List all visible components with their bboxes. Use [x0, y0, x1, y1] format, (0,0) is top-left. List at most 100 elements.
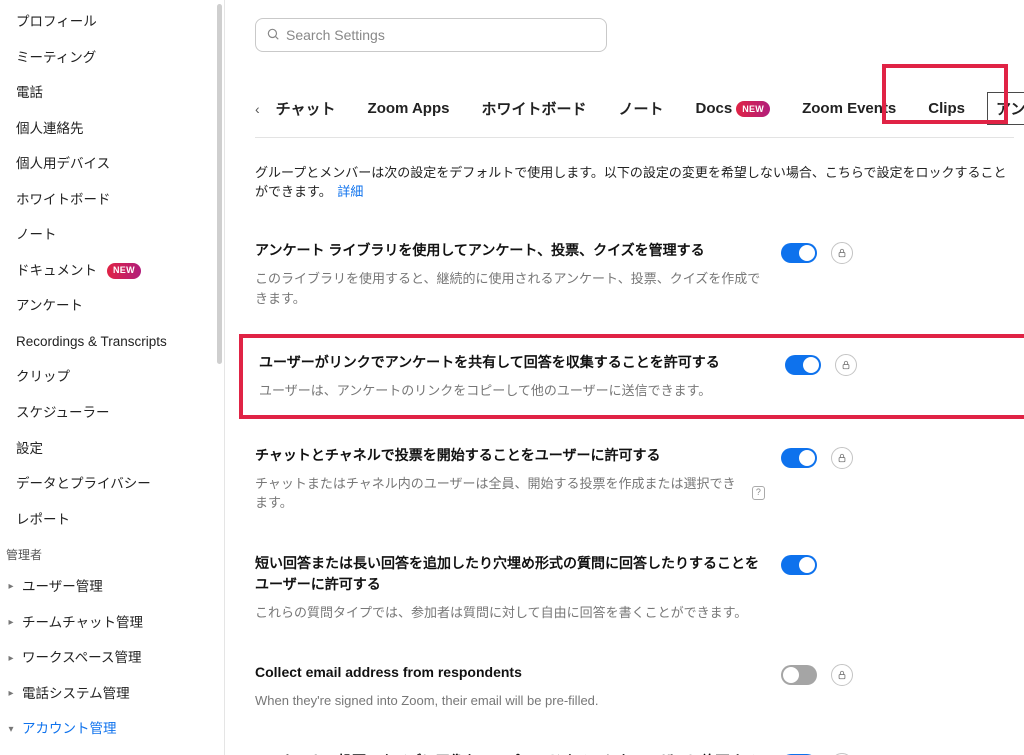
info-icon[interactable]: ?: [752, 486, 765, 500]
lock-icon[interactable]: [831, 242, 853, 264]
toggle[interactable]: [781, 448, 817, 468]
nav-item[interactable]: 個人用デバイス: [0, 146, 224, 182]
setting-title: ユーザーがリンクでアンケートを共有して回答を収集することを許可する: [259, 352, 769, 373]
nav-item[interactable]: ▸ユーザー管理: [0, 569, 224, 605]
toggle[interactable]: [781, 243, 817, 263]
settings-tabs: ‹ チャットZoom AppsホワイトボードノートDocsNEWZoom Eve…: [255, 92, 1014, 138]
setting-text: アンケート ライブラリを使用してアンケート、投票、クイズを管理するこのライブラリ…: [255, 240, 765, 308]
nav-item[interactable]: ▸ 電話システム管理: [0, 676, 224, 712]
nav-item-label: ノート: [16, 226, 57, 244]
chevron-right-icon: ▸: [6, 687, 16, 700]
tab[interactable]: アンケートNEW: [987, 92, 1024, 125]
nav-item[interactable]: 個人連絡先: [0, 111, 224, 147]
setting-row: アンケート、投票、クイズに画像をアップロードすることをユーザーに許可するユーザー…: [255, 751, 1014, 755]
toggle-knob: [799, 450, 815, 466]
setting-title: アンケート ライブラリを使用してアンケート、投票、クイズを管理する: [255, 240, 765, 261]
nav-item-label: 個人連絡先: [16, 120, 84, 138]
nav-item[interactable]: ドキュメントNEW: [0, 253, 224, 289]
nav-item[interactable]: レポート: [0, 502, 224, 538]
toggle[interactable]: [781, 665, 817, 685]
chevron-right-icon: ▸: [6, 652, 16, 665]
setting-description: チャットまたはチャネル内のユーザーは全員、開始する投票を作成または選択できます。…: [255, 474, 765, 513]
toggle-knob: [783, 667, 799, 683]
nav-item[interactable]: 電話: [0, 75, 224, 111]
toggle[interactable]: [785, 355, 821, 375]
lock-icon[interactable]: [831, 447, 853, 469]
setting-title: Collect email address from respondents: [255, 662, 765, 683]
setting-row: チャットとチャネルで投票を開始することをユーザーに許可するチャットまたはチャネル…: [255, 445, 1014, 513]
nav-item-label: ホワイトボード: [16, 191, 111, 209]
admin-section-label: 管理者: [0, 537, 224, 569]
nav-item-label: 個人用デバイス: [16, 155, 110, 173]
toggle[interactable]: [781, 555, 817, 575]
nav-item[interactable]: ミーティング: [0, 40, 224, 76]
tab-label: Zoom Events: [802, 100, 896, 117]
tab[interactable]: DocsNEW: [686, 96, 781, 121]
setting-controls: [781, 664, 861, 686]
sidebar: プロフィールミーティング電話個人連絡先個人用デバイスホワイトボードノートドキュメ…: [0, 0, 225, 755]
nav-item-label: ユーザー管理: [22, 578, 103, 596]
nav-item-label: 電話: [16, 84, 43, 102]
nav-item-label: ミーティング: [16, 49, 96, 67]
tab[interactable]: Zoom Apps: [358, 96, 460, 121]
tab-label: ノート: [618, 98, 663, 119]
setting-controls: [785, 354, 865, 376]
nav-item[interactable]: クリップ: [0, 359, 224, 395]
setting-row: ユーザーがリンクでアンケートを共有して回答を収集することを許可するユーザーは、ア…: [239, 334, 1024, 419]
nav-item-label: データとプライバシー: [16, 475, 151, 493]
lock-icon[interactable]: [831, 664, 853, 686]
nav-item-label: チームチャット管理: [22, 614, 143, 632]
setting-description: ユーザーは、アンケートのリンクをコピーして他のユーザーに送信できます。: [259, 381, 769, 401]
toggle-knob: [799, 557, 815, 573]
setting-description: これらの質問タイプでは、参加者は質問に対して自由に回答を書くことができます。: [255, 603, 765, 623]
setting-controls: [781, 555, 861, 575]
nav-item[interactable]: ▾アカウント管理: [0, 711, 224, 747]
tab-label: ホワイトボード: [481, 98, 586, 119]
intro-details-link[interactable]: 詳細: [337, 184, 363, 199]
tab[interactable]: Clips: [918, 96, 975, 121]
nav-item-label: アンケート: [16, 297, 83, 315]
search-input[interactable]: [286, 27, 596, 43]
main-panel: ‹ チャットZoom AppsホワイトボードノートDocsNEWZoom Eve…: [225, 0, 1024, 755]
setting-text: ユーザーがリンクでアンケートを共有して回答を収集することを許可するユーザーは、ア…: [259, 352, 769, 401]
search-icon: [266, 27, 280, 44]
tab[interactable]: ホワイトボード: [471, 94, 596, 123]
nav-item-label: 設定: [16, 440, 43, 458]
nav-item[interactable]: ▸チームチャット管理: [0, 605, 224, 641]
setting-description: When they're signed into Zoom, their ema…: [255, 691, 765, 711]
setting-controls: [781, 242, 861, 264]
search-settings[interactable]: [255, 18, 607, 52]
setting-text: 短い回答または長い回答を追加したり穴埋め形式の質問に回答したりすることをユーザー…: [255, 553, 765, 623]
nav-item[interactable]: スケジューラー: [0, 395, 224, 431]
nav-item-label: ドキュメント: [16, 262, 97, 280]
nav-item[interactable]: ホワイトボード: [0, 182, 224, 218]
nav-subitem[interactable]: アカウントプロフィール: [0, 747, 224, 755]
nav-item[interactable]: 設定: [0, 431, 224, 467]
sidebar-scrollbar[interactable]: [217, 4, 222, 364]
tab[interactable]: チャット: [266, 94, 346, 123]
nav-item[interactable]: Recordings & Transcripts: [0, 324, 224, 360]
nav-item-label: プロフィール: [16, 13, 97, 31]
nav-item-label: 電話システム管理: [22, 685, 130, 703]
settings-list: アンケート ライブラリを使用してアンケート、投票、クイズを管理するこのライブラリ…: [255, 240, 1014, 755]
nav-item[interactable]: アンケート: [0, 288, 224, 324]
nav-item[interactable]: データとプライバシー: [0, 466, 224, 502]
setting-description: このライブラリを使用すると、継続的に使用されるアンケート、投票、クイズを作成でき…: [255, 269, 765, 308]
nav-item[interactable]: プロフィール: [0, 4, 224, 40]
nav-item-label: アカウント管理: [22, 720, 117, 738]
nav-item-label: クリップ: [16, 368, 70, 386]
tab-label: Clips: [928, 100, 965, 117]
nav-item-label: ワークスペース管理: [22, 649, 141, 667]
tab-label: アンケート: [996, 98, 1024, 119]
lock-icon[interactable]: [835, 354, 857, 376]
setting-row: アンケート ライブラリを使用してアンケート、投票、クイズを管理するこのライブラリ…: [255, 240, 1014, 308]
tab[interactable]: Zoom Events: [792, 96, 906, 121]
setting-text: Collect email address from respondents Wh…: [255, 662, 765, 711]
nav-item[interactable]: ▸ ワークスペース管理: [0, 640, 224, 676]
nav-item[interactable]: ノート: [0, 217, 224, 253]
nav-item-label: スケジューラー: [16, 404, 110, 422]
nav-item-label: Recordings & Transcripts: [16, 333, 167, 351]
setting-text: チャットとチャネルで投票を開始することをユーザーに許可するチャットまたはチャネル…: [255, 445, 765, 513]
tab-label: Zoom Apps: [368, 100, 450, 117]
tab[interactable]: ノート: [608, 94, 673, 123]
